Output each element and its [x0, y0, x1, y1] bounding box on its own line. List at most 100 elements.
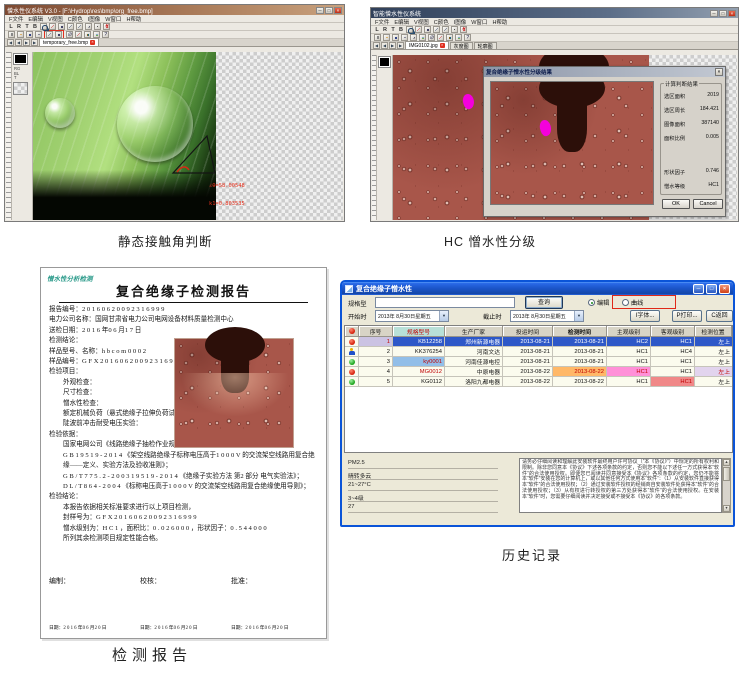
close-icon[interactable]: ×: [719, 284, 730, 294]
tool-letter-top[interactable]: T: [390, 27, 396, 33]
tab-img0102[interactable]: IMG0102.jpg ×: [405, 41, 449, 49]
scroll-up-icon[interactable]: ▲: [723, 459, 730, 466]
tool-letter-left[interactable]: L: [374, 27, 380, 33]
save-icon[interactable]: [26, 31, 33, 38]
save-icon[interactable]: [392, 34, 399, 41]
dialog-close-icon[interactable]: ×: [715, 68, 723, 76]
menu-view[interactable]: V视图: [48, 15, 63, 23]
menu-window[interactable]: W窗口: [105, 15, 121, 23]
license-scrollbar[interactable]: ▲ ▼: [722, 458, 731, 513]
angle-measure-icon[interactable]: [46, 31, 53, 38]
minimize-icon[interactable]: ─: [693, 284, 704, 294]
tool-letter-bottom[interactable]: B: [32, 24, 38, 30]
win1-titlebar[interactable]: 憎水性仪系统 V3.0 - [F:\Hydrop\res\bmp\org_fre…: [5, 5, 344, 15]
tab-prev-icon[interactable]: ◀: [381, 42, 388, 49]
grid-icon[interactable]: [410, 34, 417, 41]
scroll-down-icon[interactable]: ▼: [723, 505, 730, 512]
line-tool-icon[interactable]: [433, 26, 440, 33]
minimize-icon[interactable]: ─: [710, 10, 718, 17]
menu-edit[interactable]: E编辑: [394, 18, 409, 26]
rect-select-icon[interactable]: [424, 26, 431, 33]
col-header[interactable]: 主观级别: [607, 326, 651, 337]
tool-letter-right[interactable]: R: [382, 27, 388, 33]
pen2-icon[interactable]: [437, 34, 444, 41]
menu-edit[interactable]: E编辑: [28, 15, 43, 23]
color-swatch-black[interactable]: [379, 57, 390, 67]
help-icon[interactable]: ?: [464, 34, 471, 41]
tab-last-icon[interactable]: ▶: [397, 42, 404, 49]
pen2-icon[interactable]: [75, 31, 82, 38]
zoom-icon[interactable]: [40, 23, 47, 30]
menu-color[interactable]: C颜色: [68, 15, 83, 23]
palette-icon[interactable]: [446, 34, 453, 41]
print-icon[interactable]: [35, 31, 42, 38]
line-tool-icon[interactable]: [67, 23, 74, 30]
minimize-icon[interactable]: ─: [316, 7, 324, 14]
image-icon[interactable]: [93, 31, 100, 38]
col-header[interactable]: 规格型号: [393, 326, 445, 337]
tab-first-icon[interactable]: ◀: [7, 39, 14, 46]
col-header[interactable]: 检测位置: [695, 326, 732, 337]
col-header[interactable]: 检测时间: [553, 326, 607, 337]
tab-temporary-free[interactable]: temporary_free.bmp ×: [39, 38, 99, 46]
win2-titlebar[interactable]: 智能憎水性仪系统 ─ □ ×: [371, 8, 738, 18]
forbid-icon[interactable]: ⊘: [428, 34, 435, 41]
tab-gray[interactable]: 灰度图: [450, 42, 473, 49]
forbid-icon[interactable]: ⊘: [66, 31, 73, 38]
dropdown-icon[interactable]: ▼: [574, 311, 583, 321]
close-icon[interactable]: ×: [728, 10, 736, 17]
tab-close-icon[interactable]: ×: [90, 40, 95, 45]
menu-image[interactable]: I图像: [88, 15, 101, 23]
transparent-swatch[interactable]: [14, 83, 27, 94]
maximize-icon[interactable]: □: [706, 284, 717, 294]
query-button[interactable]: 查询: [525, 296, 563, 309]
col-header[interactable]: 客观级别: [651, 326, 695, 337]
table-row[interactable]: 4 MG0012 中原电器 2013-08-22 2013-08-22 HC1 …: [345, 367, 732, 377]
tab-next-icon[interactable]: ▶: [389, 42, 396, 49]
menu-image[interactable]: I图像: [454, 18, 467, 26]
lightning-icon[interactable]: ↯: [103, 23, 110, 30]
pen-icon[interactable]: [415, 26, 422, 33]
menu-file[interactable]: F文件: [375, 18, 389, 26]
dialog-titlebar[interactable]: 复合绝缘子憎水性分级结果 ×: [484, 67, 725, 77]
scrollbar-thumb[interactable]: [723, 467, 730, 481]
grid-icon[interactable]: [85, 23, 92, 30]
new-file-icon[interactable]: [8, 31, 15, 38]
cursor-icon[interactable]: [76, 23, 83, 30]
tool-letter-bottom[interactable]: B: [398, 27, 404, 33]
cursor-icon[interactable]: [442, 26, 449, 33]
col-header[interactable]: 生产厂家: [445, 326, 503, 337]
tab-prev-icon[interactable]: ◀: [15, 39, 22, 46]
table-row[interactable]: 2 KK376254 河南文达 2013-08-21 2013-08-21 HC…: [345, 347, 732, 357]
table-row[interactable]: 5 KG0112 洛阳九都电器 2013-08-22 2013-08-22 HC…: [345, 377, 732, 387]
menu-color[interactable]: C颜色: [434, 18, 449, 26]
open-file-icon[interactable]: [383, 34, 390, 41]
zoom-icon[interactable]: [406, 26, 413, 33]
edit-radio[interactable]: 编辑: [588, 298, 609, 307]
maximize-icon[interactable]: □: [719, 10, 727, 17]
color-swatch-black[interactable]: [14, 54, 27, 64]
target-icon[interactable]: [94, 23, 101, 30]
camera-icon[interactable]: [419, 34, 426, 41]
win1-canvas[interactable]: ∠θ=58.00548 k1=0.803535 k2=-1.19009 ∠Φ=0…: [33, 52, 343, 220]
tab-first-icon[interactable]: ◀: [373, 42, 380, 49]
tool-letter-left[interactable]: L: [8, 24, 14, 30]
cancel-button[interactable]: Cancel: [693, 199, 723, 209]
angle-region-icon[interactable]: [55, 31, 62, 38]
print-button[interactable]: P打印...: [672, 310, 702, 322]
menu-view[interactable]: V视图: [414, 18, 429, 26]
rect-select-icon[interactable]: [58, 23, 65, 30]
pen-icon[interactable]: [49, 23, 56, 30]
new-file-icon[interactable]: [374, 34, 381, 41]
model-input[interactable]: [375, 297, 515, 308]
tool-letter-right[interactable]: R: [16, 24, 22, 30]
menu-file[interactable]: F文件: [9, 15, 23, 23]
tool-letter-top[interactable]: T: [24, 24, 30, 30]
maximize-icon[interactable]: □: [325, 7, 333, 14]
font-button[interactable]: I字体...: [630, 310, 660, 322]
tab-last-icon[interactable]: ▶: [31, 39, 38, 46]
lightning-icon[interactable]: ↯: [460, 26, 467, 33]
tab-next-icon[interactable]: ▶: [23, 39, 30, 46]
dropdown-icon[interactable]: ▼: [439, 311, 448, 321]
image-icon[interactable]: [455, 34, 462, 41]
